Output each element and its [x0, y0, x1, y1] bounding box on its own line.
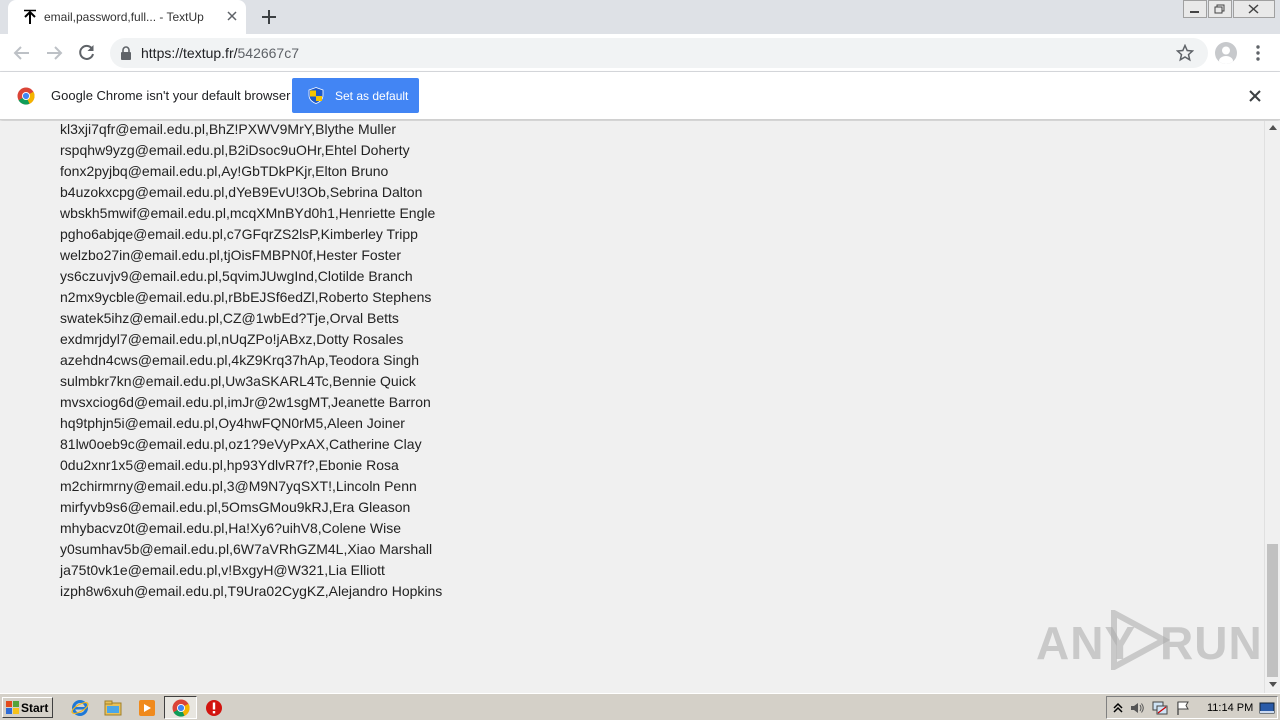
text-line: fonx2pyjbq@email.edu.pl,Ay!GbTDkPKjr,Elt…	[60, 163, 389, 179]
tab-textup[interactable]: email,password,full... - TextUp	[8, 0, 246, 34]
taskbar: Start 11:14 PM	[0, 693, 1280, 720]
profile-icon[interactable]	[1215, 42, 1237, 64]
text-line: pgho6abjqe@email.edu.pl,c7GFqrZS2lsP,Kim…	[60, 226, 418, 242]
restore-button[interactable]	[1208, 0, 1232, 18]
toolbar: https://textup.fr/542667c7	[0, 34, 1280, 72]
text-line: azehdn4cws@email.edu.pl,4kZ9Krq37hAp,Teo…	[60, 352, 419, 368]
text-line: izph8w6xuh@email.edu.pl,T9Ura02CygKZ,Ale…	[60, 583, 443, 599]
stop-icon[interactable]	[205, 699, 223, 717]
chrome-logo-icon	[17, 87, 35, 105]
url-text[interactable]: https://textup.fr/542667c7	[141, 45, 299, 61]
text-line: ys6czuvjv9@email.edu.pl,5qvimJUwgInd,Clo…	[60, 268, 413, 284]
star-icon[interactable]	[1176, 44, 1194, 62]
text-line: m2chirmrny@email.edu.pl,3@M9N7yqSXT!,Lin…	[60, 478, 417, 494]
show-desktop-icon[interactable]	[1259, 700, 1275, 716]
text-line: hq9tphjn5i@email.edu.pl,Oy4hwFQN0rM5,Ale…	[60, 415, 405, 431]
text-line: y0sumhav5b@email.edu.pl,6W7aVRhGZM4L,Xia…	[60, 541, 433, 557]
system-tray: 11:14 PM	[1106, 696, 1278, 719]
text-line: mvsxciog6d@email.edu.pl,imJr@2w1sgMT,Jea…	[60, 394, 431, 410]
shield-icon	[308, 87, 324, 104]
set-as-default-label: Set as default	[335, 89, 409, 103]
restore-icon	[1214, 4, 1225, 14]
tab-strip: email,password,full... - TextUp	[0, 0, 1280, 34]
scroll-up-icon[interactable]	[1268, 124, 1278, 132]
ie-icon[interactable]	[71, 699, 89, 717]
set-as-default-button[interactable]: Set as default	[292, 78, 419, 113]
tab-title: email,password,full... - TextUp	[44, 10, 204, 24]
reload-icon[interactable]	[77, 43, 97, 63]
chrome-icon	[172, 699, 190, 717]
upload-arrow-icon	[24, 9, 36, 24]
folder-icon[interactable]	[104, 699, 122, 717]
media-player-icon[interactable]	[138, 699, 156, 717]
text-line: rspqhw9yzg@email.edu.pl,B2iDsoc9uOHr,Eht…	[60, 142, 410, 158]
show-hidden-icon[interactable]	[1110, 700, 1126, 716]
window-close-button[interactable]	[1233, 0, 1275, 18]
text-line: ja75t0vk1e@email.edu.pl,v!BxgyH@W321,Lia…	[60, 562, 385, 578]
scrollbar-thumb[interactable]	[1267, 544, 1278, 677]
minimize-button[interactable]	[1183, 0, 1207, 18]
anyrun-watermark: ANY RUN	[1036, 606, 1262, 674]
infobar-message: Google Chrome isn't your default browser	[51, 88, 291, 103]
close-icon[interactable]	[224, 8, 240, 24]
back-icon[interactable]	[12, 43, 32, 63]
text-line: exdmrjdyl7@email.edu.pl,nUqZPo!jABxz,Dot…	[60, 331, 404, 347]
text-line: mhybacvz0t@email.edu.pl,Ha!Xy6?uihV8,Col…	[60, 520, 402, 536]
close-icon[interactable]	[1248, 89, 1262, 103]
desktop: email,password,full... - TextUp https://…	[0, 0, 1280, 720]
watermark-run: RUN	[1160, 617, 1263, 669]
taskbar-chrome-button[interactable]	[164, 696, 197, 719]
text-line: 0du2xnr1x5@email.edu.pl,hp93YdlvR7f?,Ebo…	[60, 457, 399, 473]
text-line: swatek5ihz@email.edu.pl,CZ@1wbEd?Tje,Orv…	[60, 310, 399, 326]
action-center-flag-icon[interactable]	[1175, 700, 1191, 716]
default-browser-infobar: Google Chrome isn't your default browser…	[0, 72, 1280, 120]
vertical-scrollbar[interactable]	[1264, 121, 1280, 693]
avatar	[1219, 46, 1233, 64]
volume-icon[interactable]	[1129, 700, 1145, 716]
text-line: sulmbkr7kn@email.edu.pl,Uw3aSKARL4Tc,Ben…	[60, 373, 416, 389]
address-bar[interactable]: https://textup.fr/542667c7	[110, 38, 1208, 68]
minimize-icon	[1190, 11, 1199, 13]
lock-icon[interactable]	[120, 46, 132, 60]
text-line: b4uzokxcpg@email.edu.pl,dYeB9EvU!3Ob,Seb…	[60, 184, 423, 200]
text-line: 81lw0oeb9c@email.edu.pl,oz1?9eVyPxAX,Cat…	[60, 436, 422, 452]
windows-flag-icon	[6, 701, 19, 714]
text-lines: kl3xji7qfr@email.edu.pl,BhZ!PXWV9MrY,Bly…	[60, 121, 442, 604]
start-label: Start	[21, 701, 49, 715]
scroll-down-icon[interactable]	[1268, 680, 1278, 688]
plus-icon[interactable]	[260, 8, 278, 26]
text-line: n2mx9ycble@email.edu.pl,rBbEJSf6edZl,Rob…	[60, 289, 432, 305]
text-line: mirfyvb9s6@email.edu.pl,5OmsGMou9kRJ,Era…	[60, 499, 411, 515]
forward-icon[interactable]	[44, 43, 64, 63]
network-icon[interactable]	[1152, 700, 1168, 716]
start-button[interactable]: Start	[2, 697, 53, 718]
url-path: 542667c7	[237, 45, 300, 61]
text-line: wbskh5mwif@email.edu.pl,mcqXMnBYd0h1,Hen…	[60, 205, 436, 221]
text-line: kl3xji7qfr@email.edu.pl,BhZ!PXWV9MrY,Bly…	[60, 121, 397, 137]
menu-icon[interactable]	[1251, 44, 1265, 62]
text-line: welzbo27in@email.edu.pl,tjOisFMBPN0f,Hes…	[60, 247, 402, 263]
close-icon	[1248, 4, 1259, 14]
clock: 11:14 PM	[1207, 702, 1254, 714]
url-host: https://textup.fr/	[141, 45, 238, 61]
